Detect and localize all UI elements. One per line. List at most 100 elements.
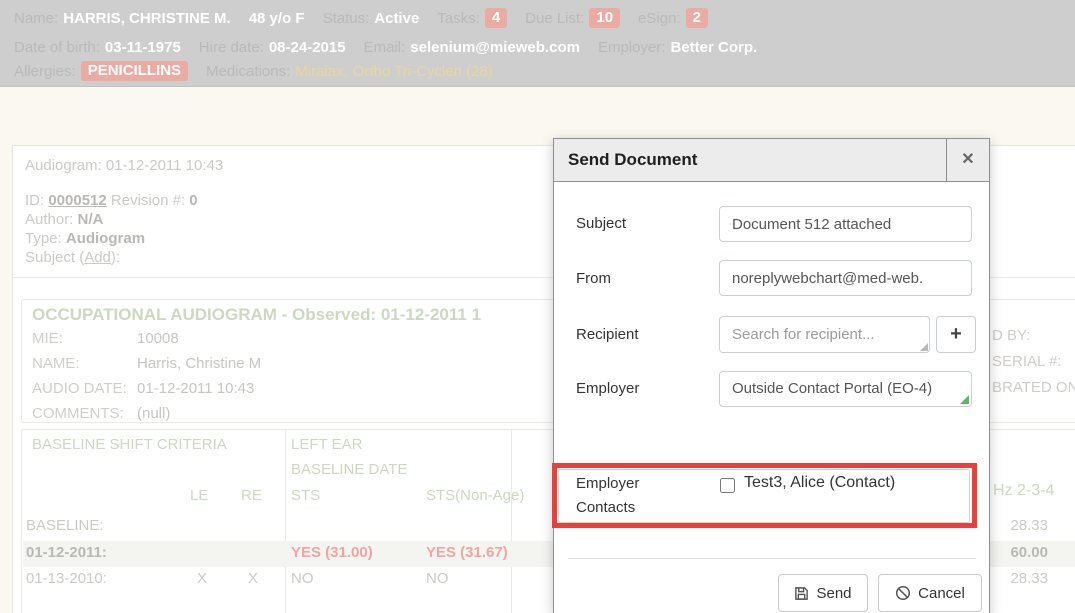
send-button-label: Send — [816, 585, 851, 602]
comments-value: (null) — [137, 405, 170, 422]
esign-label: eSign: — [638, 10, 681, 27]
id-label: ID: — [25, 192, 44, 209]
baseline-date-header: BASELINE DATE — [291, 461, 407, 478]
contact-checkbox[interactable] — [720, 478, 735, 493]
employer-label: Employer — [576, 380, 639, 397]
patient-banner: Name: HARRIS, CHRISTINE M. 48 y/o F Stat… — [0, 0, 1075, 87]
status-value: Active — [374, 10, 419, 27]
employer-label: Employer: — [598, 39, 666, 56]
subject-suffix: ): — [111, 249, 120, 266]
cancel-button-label: Cancel — [918, 585, 965, 602]
document-subject-line: Subject (Add): — [25, 249, 120, 266]
cancel-button[interactable]: Cancel — [878, 574, 982, 612]
subject-input[interactable] — [719, 206, 972, 242]
modal-title: Send Document — [568, 139, 697, 181]
employer-select[interactable]: Outside Contact Portal (EO-4) — [719, 371, 972, 407]
add-recipient-button[interactable]: + — [936, 316, 976, 353]
banner-row-1: Name: HARRIS, CHRISTINE M. 48 y/o F Stat… — [14, 8, 708, 28]
cancel-icon — [895, 585, 911, 601]
row-right-value: 28.33 — [1010, 517, 1048, 534]
info-row-audio-date: AUDIO DATE:01-12-2011 10:43 — [32, 380, 254, 397]
author-value: N/A — [78, 211, 104, 228]
audio-date-value: 01-12-2011 10:43 — [137, 380, 254, 397]
row-date: 01-13-2010: — [26, 570, 107, 587]
author-label: Author: — [25, 211, 73, 228]
plus-icon: + — [950, 323, 962, 345]
type-value: Audiogram — [66, 230, 145, 247]
document-id-line: ID: 0000512 Revision #: 0 — [25, 192, 198, 209]
tasks-count-badge[interactable]: 4 — [485, 8, 507, 28]
email-label: Email: — [364, 39, 406, 56]
info-row-mie: MIE:10008 — [32, 330, 179, 347]
row-sts-nonage-value: YES (31.67) — [426, 544, 508, 561]
name-value: Harris, Christine M — [137, 355, 261, 372]
patient-age-sex: 48 y/o F — [249, 10, 305, 27]
mie-value: 10008 — [137, 330, 179, 347]
row-re-value: X — [248, 570, 258, 587]
col-header-hz: Hz 2-3-4 — [993, 482, 1054, 500]
row-le-value: X — [197, 570, 207, 587]
row-sts-value: NO — [291, 570, 314, 587]
hire-date-label: Hire date: — [199, 39, 264, 56]
occupational-audiogram-title: OCCUPATIONAL AUDIOGRAM - Observed: 01-12… — [32, 305, 481, 325]
footer-divider — [568, 558, 976, 559]
allergies-label: Allergies: — [14, 63, 76, 80]
col-header-le: LE — [190, 487, 208, 504]
col-header-re: RE — [241, 487, 262, 504]
employer-selected-value: Outside Contact Portal (EO-4) — [732, 380, 932, 397]
criteria-section-title: BASELINE SHIFT CRITERIA — [32, 436, 227, 453]
from-input[interactable] — [719, 260, 972, 296]
cut-label-tested-by: D BY: — [992, 327, 1030, 344]
row-date: 01-12-2011: — [26, 544, 107, 561]
esign-count-badge[interactable]: 2 — [686, 8, 708, 28]
document-heading: Audiogram: 01-12-2011 10:43 — [25, 157, 223, 174]
recipient-combobox — [719, 316, 930, 353]
table-column-divider — [511, 430, 512, 613]
due-list-label: Due List: — [525, 10, 584, 27]
subject-prefix: Subject ( — [25, 249, 84, 266]
name-label: NAME: — [32, 355, 137, 372]
medication-link[interactable]: Ortho Tri-Cyclen (28) — [353, 63, 493, 80]
tasks-label: Tasks: — [437, 10, 480, 27]
dob-value: 03-11-1975 — [105, 39, 181, 56]
employer-contacts-label: Employer Contacts — [576, 472, 671, 520]
medications-label: Medications: — [206, 63, 290, 80]
modal-header: Send Document ✕ — [554, 139, 989, 182]
save-icon — [794, 586, 809, 601]
table-column-divider — [285, 430, 286, 613]
left-ear-title: LEFT EAR — [291, 436, 362, 453]
name-label: Name: — [14, 10, 58, 27]
send-button[interactable]: Send — [778, 574, 868, 612]
from-label: From — [576, 270, 611, 287]
medication-link[interactable]: Miralax, — [295, 63, 348, 80]
type-label: Type: — [25, 230, 62, 247]
email-value: selenium@mieweb.com — [410, 39, 580, 56]
subject-label: Subject — [576, 215, 626, 232]
banner-row-3: Allergies: PENICILLINS Medications: Mira… — [14, 61, 498, 81]
document-author-line: Author: N/A — [25, 211, 103, 228]
recipient-search-input[interactable] — [719, 316, 930, 353]
cut-label-calibrated-on: BRATED ON — [992, 379, 1075, 396]
close-button[interactable]: ✕ — [946, 139, 989, 181]
document-id-link[interactable]: 0000512 — [48, 192, 106, 209]
info-row-name: NAME:Harris, Christine M — [32, 355, 261, 372]
mie-label: MIE: — [32, 330, 137, 347]
revision-value: 0 — [189, 192, 197, 209]
row-date: BASELINE: — [26, 517, 104, 534]
dob-label: Date of birth: — [14, 39, 100, 56]
audio-date-label: AUDIO DATE: — [32, 380, 137, 397]
send-document-modal: Send Document ✕ Subject From Recipient +… — [553, 138, 990, 613]
allergy-badge[interactable]: PENICILLINS — [81, 61, 188, 81]
document-type-line: Type: Audiogram — [25, 230, 145, 247]
webchart-screen: Name: HARRIS, CHRISTINE M. 48 y/o F Stat… — [0, 0, 1075, 613]
row-sts-value: YES (31.00) — [291, 544, 373, 561]
col-header-sts-nonage: STS(Non-Age) — [426, 487, 524, 504]
contact-option-label[interactable]: Test3, Alice (Contact) — [744, 474, 895, 492]
comments-label: COMMENTS: — [32, 405, 137, 422]
subject-add-link[interactable]: Add — [84, 249, 111, 266]
recipient-label: Recipient — [576, 326, 639, 343]
hire-date-value: 08-24-2015 — [269, 39, 346, 56]
due-list-count-badge[interactable]: 10 — [589, 8, 620, 28]
row-right-value: 60.00 — [1010, 544, 1048, 561]
patient-name: HARRIS, CHRISTINE M. — [63, 10, 231, 27]
